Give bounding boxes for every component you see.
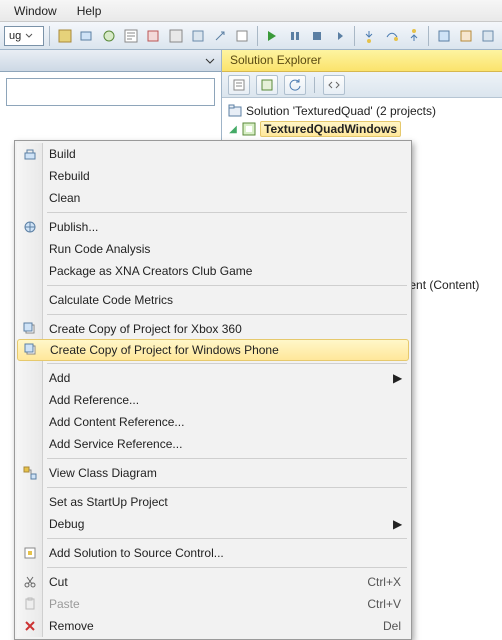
editor-strip[interactable] (0, 50, 221, 72)
separator (47, 285, 407, 286)
separator (47, 212, 407, 213)
separator (47, 487, 407, 488)
step-into-icon[interactable] (360, 26, 379, 46)
chevron-down-icon (205, 56, 215, 66)
toolbar-icon[interactable] (479, 26, 498, 46)
ctx-paste: Paste Ctrl+V (17, 593, 409, 615)
toolbar-icon[interactable] (99, 26, 118, 46)
ctx-build[interactable]: Build (17, 143, 409, 165)
toolbar-icon[interactable] (210, 26, 229, 46)
ctx-view-class-diagram[interactable]: View Class Diagram (17, 462, 409, 484)
stop-icon[interactable] (307, 26, 326, 46)
project-icon (242, 122, 256, 136)
solution-explorer-title: Solution Explorer (222, 50, 502, 72)
editor-empty (6, 78, 215, 106)
toolbar-icon[interactable] (77, 26, 96, 46)
separator (47, 538, 407, 539)
separator (47, 363, 407, 364)
ctx-add[interactable]: Add ▶ (17, 367, 409, 389)
ctx-code-metrics[interactable]: Calculate Code Metrics (17, 289, 409, 311)
toolbar-icon[interactable] (188, 26, 207, 46)
cut-icon (21, 573, 39, 591)
solution-icon (228, 104, 242, 118)
copy-project-icon (21, 320, 39, 338)
project-node[interactable]: ◢ TexturedQuadWindows (228, 120, 496, 138)
separator (257, 26, 258, 46)
separator (354, 26, 355, 46)
config-combo[interactable]: ug (4, 26, 44, 46)
toolbar-icon[interactable] (144, 26, 163, 46)
view-code-icon[interactable] (323, 75, 345, 95)
solution-node[interactable]: Solution 'TexturedQuad' (2 projects) (228, 102, 496, 120)
paste-icon (21, 595, 39, 613)
step-icon[interactable] (330, 26, 349, 46)
ctx-run-code-analysis[interactable]: Run Code Analysis (17, 238, 409, 260)
toolbar-icon[interactable] (55, 26, 74, 46)
play-icon[interactable] (263, 26, 282, 46)
project-label: TexturedQuadWindows (264, 122, 397, 136)
context-menu: Build Rebuild Clean Publish... Run Code … (14, 140, 412, 640)
ctx-cut[interactable]: Cut Ctrl+X (17, 571, 409, 593)
pause-icon[interactable] (285, 26, 304, 46)
submenu-arrow-icon: ▶ (393, 371, 401, 385)
menubar: Window Help (0, 0, 502, 22)
solution-label: Solution 'TexturedQuad' (2 projects) (246, 104, 436, 118)
menu-help[interactable]: Help (67, 2, 112, 20)
separator (314, 77, 315, 93)
toolbar-icon[interactable] (233, 26, 252, 46)
ctx-debug[interactable]: Debug ▶ (17, 513, 409, 535)
separator (47, 567, 407, 568)
solution-explorer-toolbar (222, 72, 502, 98)
chevron-down-icon (25, 32, 33, 40)
build-icon (21, 145, 39, 163)
ctx-rebuild[interactable]: Rebuild (17, 165, 409, 187)
ctx-add-content-reference[interactable]: Add Content Reference... (17, 411, 409, 433)
copy-project-icon (22, 341, 40, 359)
ctx-copy-windows-phone[interactable]: Create Copy of Project for Windows Phone (17, 339, 409, 361)
ctx-clean[interactable]: Clean (17, 187, 409, 209)
ctx-add-source-control[interactable]: Add Solution to Source Control... (17, 542, 409, 564)
shortcut: Ctrl+X (367, 575, 401, 589)
submenu-arrow-icon: ▶ (393, 517, 401, 531)
ctx-add-service-reference[interactable]: Add Service Reference... (17, 433, 409, 455)
main-toolbar: ug (0, 22, 502, 50)
separator (49, 26, 50, 46)
source-control-icon (21, 544, 39, 562)
separator (47, 458, 407, 459)
step-out-icon[interactable] (404, 26, 423, 46)
shortcut: Del (383, 619, 401, 633)
remove-icon (21, 617, 39, 635)
properties-icon[interactable] (228, 75, 250, 95)
separator (428, 26, 429, 46)
ctx-package-xna[interactable]: Package as XNA Creators Club Game (17, 260, 409, 282)
ctx-set-startup[interactable]: Set as StartUp Project (17, 491, 409, 513)
separator (47, 314, 407, 315)
toolbar-icon[interactable] (457, 26, 476, 46)
ctx-publish[interactable]: Publish... (17, 216, 409, 238)
expander-icon[interactable]: ◢ (228, 124, 238, 135)
show-all-icon[interactable] (256, 75, 278, 95)
refresh-icon[interactable] (284, 75, 306, 95)
class-diagram-icon (21, 464, 39, 482)
toolbar-icon[interactable] (434, 26, 453, 46)
step-over-icon[interactable] (382, 26, 401, 46)
ctx-add-reference[interactable]: Add Reference... (17, 389, 409, 411)
shortcut: Ctrl+V (367, 597, 401, 611)
toolbar-icon[interactable] (166, 26, 185, 46)
ctx-copy-xbox360[interactable]: Create Copy of Project for Xbox 360 (17, 318, 409, 340)
config-combo-text: ug (9, 30, 21, 42)
ctx-remove[interactable]: Remove Del (17, 615, 409, 637)
publish-icon (21, 218, 39, 236)
menu-window[interactable]: Window (4, 2, 67, 20)
toolbar-icon[interactable] (122, 26, 141, 46)
